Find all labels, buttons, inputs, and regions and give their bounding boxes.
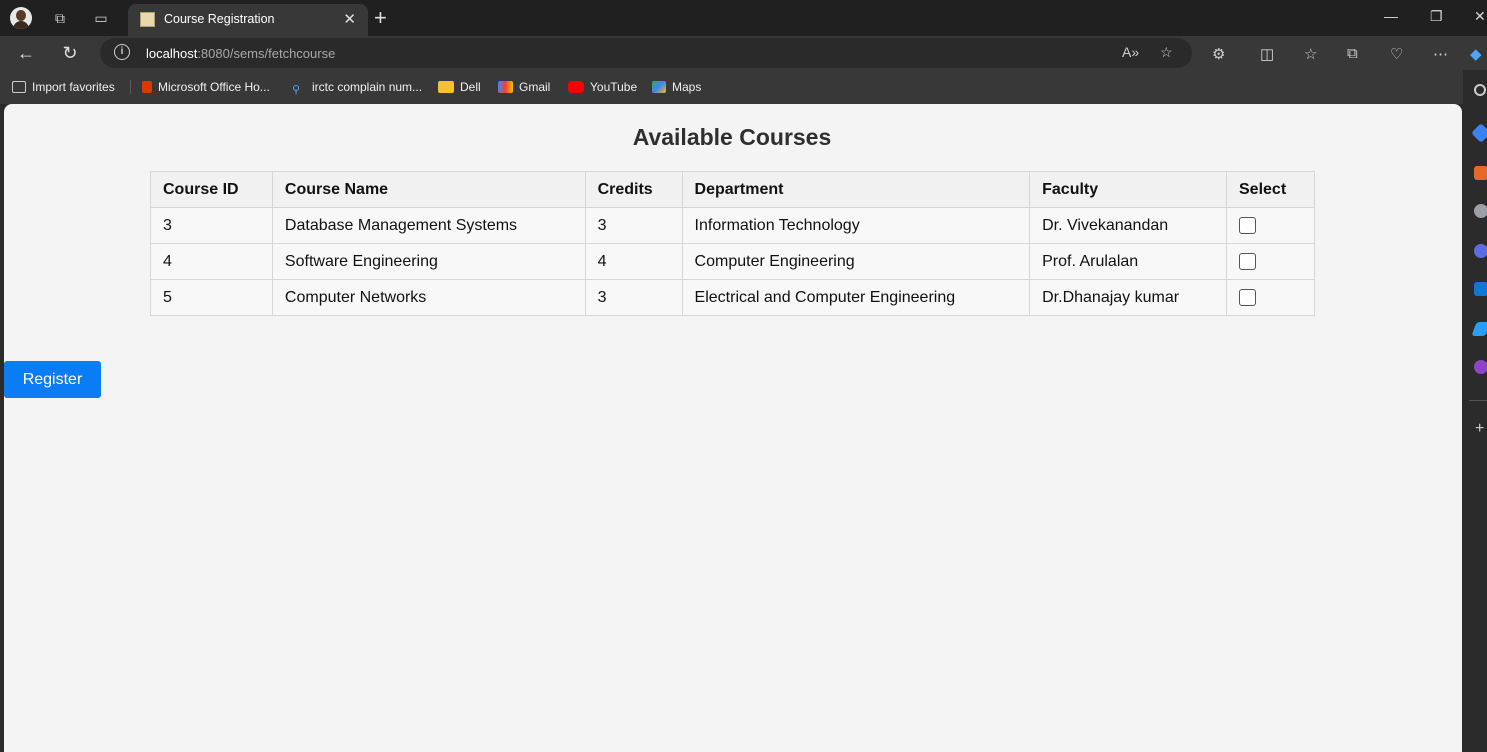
department-cell: Electrical and Computer Engineering	[681, 279, 1031, 316]
courses-table: Course ID Course Name Credits Department…	[150, 171, 1315, 316]
collections-icon[interactable]: ⧉	[1347, 45, 1358, 62]
people-icon[interactable]	[1474, 204, 1487, 218]
back-icon[interactable]: ←	[14, 41, 38, 65]
restore-icon[interactable]: ❐	[1430, 8, 1443, 25]
url-host: localhost	[146, 46, 198, 61]
credits-cell: 3	[584, 207, 683, 244]
workspaces-icon[interactable]: ⧉	[50, 8, 70, 28]
tab-title: Course Registration	[164, 12, 275, 26]
table-row: 4 Software Engineering 4 Computer Engine…	[150, 243, 1315, 280]
page-title: Available Courses	[632, 124, 832, 150]
favorite-star-icon[interactable]: ☆	[1160, 44, 1173, 61]
bookmark-maps[interactable]: Maps	[652, 80, 701, 94]
gmail-icon	[498, 81, 513, 93]
course-id-cell: 3	[150, 207, 273, 244]
import-icon	[12, 81, 26, 93]
refresh-icon[interactable]: ↻	[58, 41, 82, 65]
course-name-cell: Software Engineering	[271, 243, 586, 280]
bookmark-gmail[interactable]: Gmail	[498, 80, 550, 94]
column-header-faculty: Faculty	[1029, 171, 1227, 208]
send-icon[interactable]	[1471, 322, 1487, 336]
navigation-bar: ← ↻ i localhost:8080/sems/fetchcourse A»…	[0, 36, 1487, 70]
column-header-course-id: Course ID	[150, 171, 273, 208]
table-row: 5 Computer Networks 3 Electrical and Com…	[150, 279, 1315, 316]
bookmark-divider	[130, 80, 131, 94]
youtube-icon	[568, 81, 584, 93]
favorites-icon[interactable]: ☆	[1304, 45, 1317, 63]
more-options-icon[interactable]: ⋯	[1433, 45, 1448, 63]
course-id-cell: 4	[150, 243, 273, 280]
search-icon[interactable]	[1474, 84, 1486, 96]
site-info-icon[interactable]: i	[114, 44, 130, 60]
course-name-cell: Database Management Systems	[271, 207, 586, 244]
search-icon: ⚲	[292, 84, 301, 96]
table-header-row: Course ID Course Name Credits Department…	[150, 171, 1315, 208]
browser-essentials-icon[interactable]: ♡	[1390, 45, 1403, 63]
discover-icon[interactable]	[1471, 123, 1487, 143]
select-checkbox[interactable]	[1239, 216, 1256, 234]
column-header-course-name: Course Name	[271, 171, 586, 208]
bookmark-microsoft-office[interactable]: Microsoft Office Ho...	[142, 80, 270, 94]
favorites-bar: Import favorites Microsoft Office Ho... …	[0, 70, 1487, 104]
select-checkbox[interactable]	[1239, 288, 1256, 306]
bookmark-label: Microsoft Office Ho...	[158, 80, 270, 94]
close-tab-icon[interactable]: ✕	[343, 10, 356, 28]
bookmark-dell[interactable]: Dell	[438, 80, 481, 94]
url-text[interactable]: localhost:8080/sems/fetchcourse	[146, 46, 335, 61]
read-aloud-icon[interactable]: A»	[1122, 44, 1139, 60]
games-icon[interactable]	[1474, 244, 1487, 258]
bookmark-irctc[interactable]: ⚲ irctc complain num...	[292, 80, 423, 96]
register-button[interactable]: Register	[4, 361, 101, 398]
bookmark-label: YouTube	[590, 80, 638, 94]
select-cell	[1226, 279, 1315, 316]
bookmark-label: Dell	[460, 80, 481, 94]
maps-icon	[652, 81, 666, 93]
tab-course-registration[interactable]: Course Registration ✕	[128, 4, 368, 36]
faculty-cell: Dr. Vivekanandan	[1029, 207, 1227, 244]
profile-avatar[interactable]	[10, 7, 32, 29]
column-header-select: Select	[1226, 171, 1315, 208]
edge-sidebar: +	[1463, 70, 1487, 752]
credits-cell: 3	[584, 279, 683, 316]
course-name-cell: Computer Networks	[271, 279, 586, 316]
bookmark-label: Import favorites	[32, 80, 115, 94]
copilot-icon[interactable]: ◆	[1470, 45, 1482, 63]
credits-cell: 4	[584, 243, 683, 280]
bookmark-label: irctc complain num...	[312, 80, 423, 94]
tab-actions-icon[interactable]: ▭	[91, 8, 111, 28]
page-content: Available Courses Course ID Course Name …	[4, 104, 1462, 752]
select-cell	[1226, 243, 1315, 280]
outlook-icon[interactable]	[1474, 282, 1487, 296]
column-header-credits: Credits	[584, 171, 683, 208]
tools-icon[interactable]	[1474, 166, 1487, 180]
department-cell: Computer Engineering	[681, 243, 1031, 280]
new-tab-icon[interactable]: +	[374, 6, 387, 30]
minimize-icon[interactable]: —	[1384, 8, 1398, 24]
table-row: 3 Database Management Systems 3 Informat…	[150, 207, 1315, 244]
select-cell	[1226, 207, 1315, 244]
split-screen-icon[interactable]: ◫	[1260, 45, 1274, 63]
url-path: :8080/sems/fetchcourse	[197, 46, 336, 61]
department-cell: Information Technology	[681, 207, 1031, 244]
sidebar-divider	[1469, 400, 1487, 401]
bookmark-label: Maps	[672, 80, 702, 94]
add-icon[interactable]: +	[1475, 420, 1484, 438]
close-window-icon[interactable]: ✕	[1474, 8, 1486, 25]
title-bar: ⧉ ▭ Course Registration ✕ + — ❐ ✕	[0, 0, 1487, 36]
folder-icon	[438, 81, 454, 93]
faculty-cell: Dr.Dhanajay kumar	[1029, 279, 1227, 316]
extensions-icon[interactable]: ⚙	[1212, 45, 1225, 63]
column-header-department: Department	[681, 171, 1031, 208]
office-icon	[142, 81, 152, 93]
tab-favicon-icon	[140, 12, 155, 27]
bookmark-import-favorites[interactable]: Import favorites	[12, 80, 115, 94]
select-checkbox[interactable]	[1239, 252, 1256, 270]
course-id-cell: 5	[150, 279, 273, 316]
bookmark-label: Gmail	[519, 80, 551, 94]
faculty-cell: Prof. Arulalan	[1029, 243, 1227, 280]
bookmark-youtube[interactable]: YouTube	[568, 80, 637, 94]
address-bar[interactable]: i localhost:8080/sems/fetchcourse A» ☆	[100, 38, 1192, 68]
teams-icon[interactable]	[1474, 360, 1487, 374]
